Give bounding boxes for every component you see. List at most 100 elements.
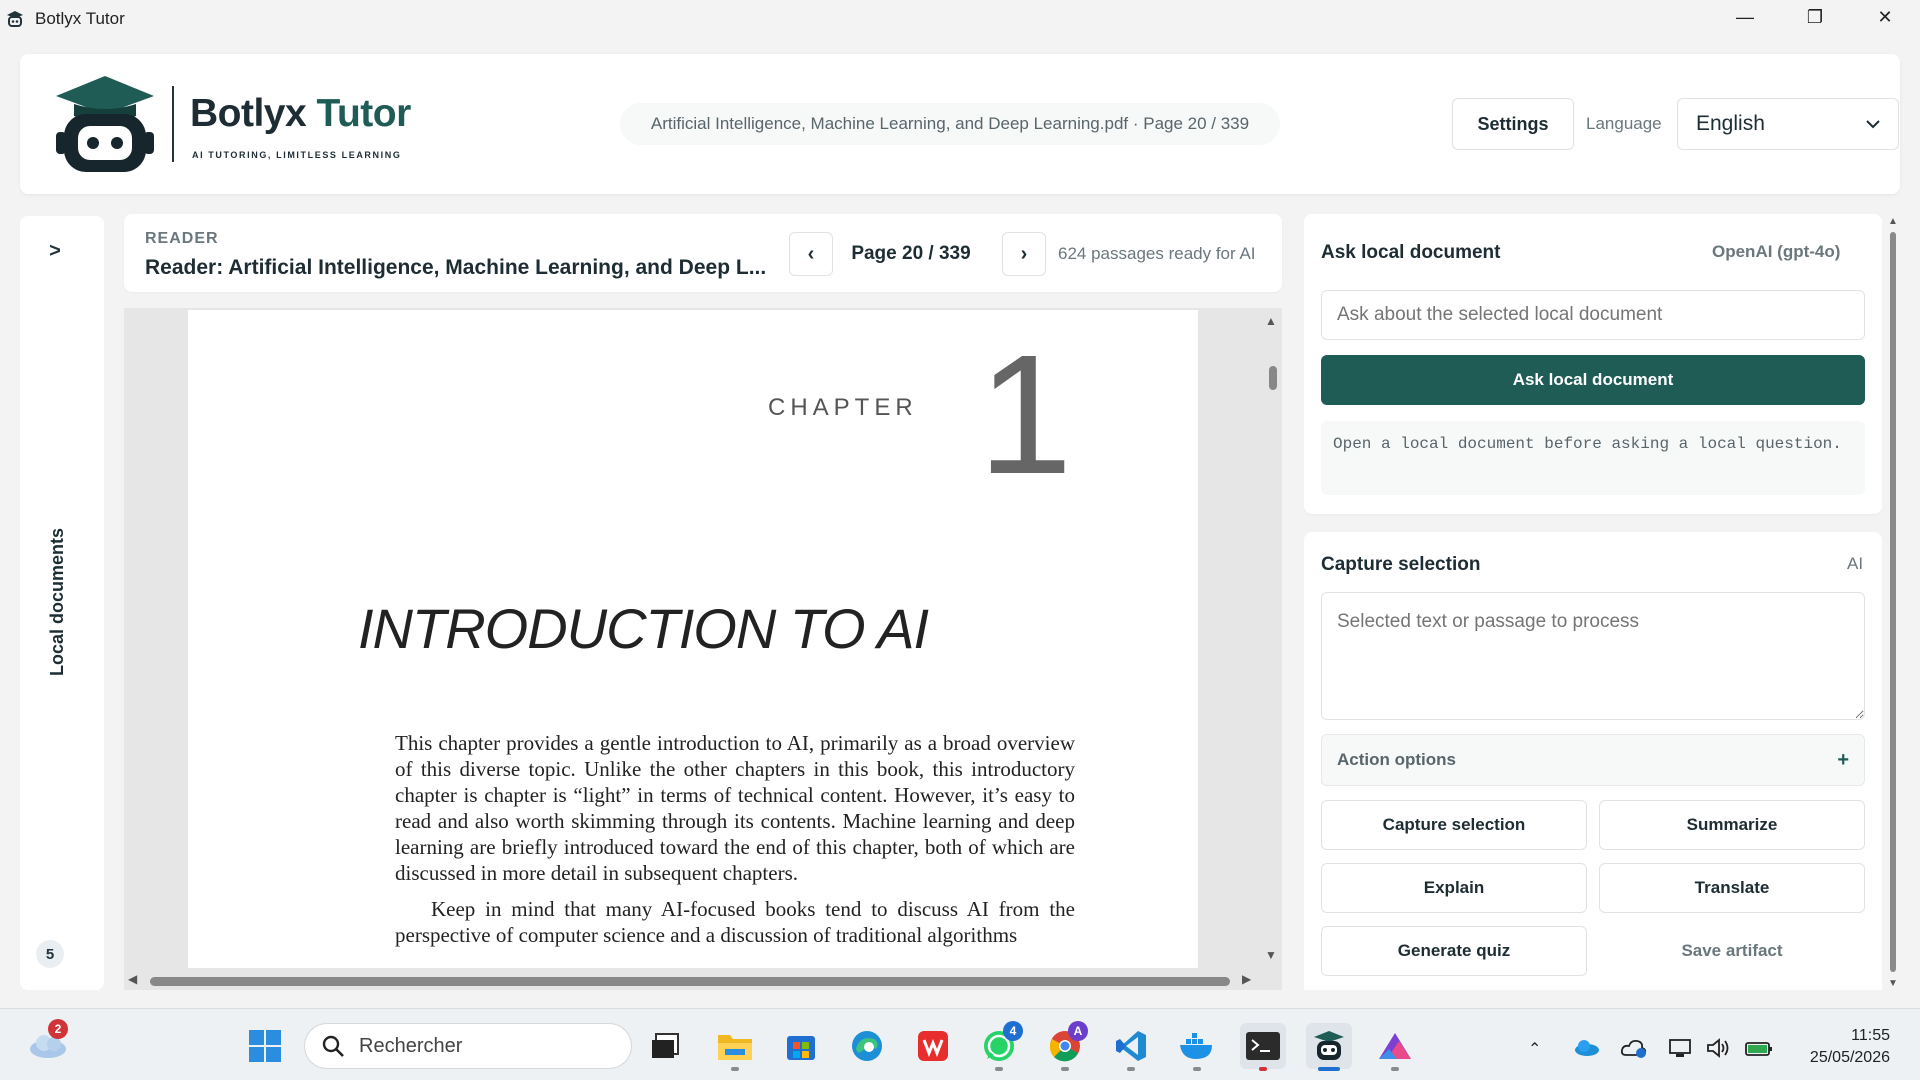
weather-notification-badge: 2 <box>48 1019 68 1039</box>
accordion-label: Action options <box>1337 750 1456 769</box>
brand-name: Botlyx Tutor <box>190 92 411 135</box>
ask-status-note: Open a local document before asking a lo… <box>1321 421 1865 495</box>
chevron-down-icon <box>1866 120 1880 129</box>
brand-tagline: AI TUTORING, LIMITLESS LEARNING <box>192 150 402 160</box>
taskbar-running-indicator <box>1259 1067 1267 1071</box>
pdf-viewer[interactable]: CHAPTER 1 INTRODUCTION TO AI This chapte… <box>124 308 1282 990</box>
viewer-horizontal-scrollbar[interactable]: ◀ ▶ <box>124 970 1282 990</box>
taskbar-running-indicator <box>1127 1067 1135 1071</box>
app-header: Botlyx Tutor AI TUTORING, LIMITLESS LEAR… <box>20 54 1900 194</box>
vertical-scroll-thumb[interactable] <box>1269 366 1277 390</box>
taskbar-running-indicator <box>995 1067 1003 1071</box>
wps-office-icon[interactable] <box>910 1023 956 1069</box>
system-clock[interactable]: 11:55 25/05/2026 <box>1796 1025 1890 1069</box>
taskbar-running-indicator <box>1193 1067 1201 1071</box>
language-label: Language <box>1586 114 1662 133</box>
cloud-status-icon[interactable] <box>1620 1037 1648 1064</box>
edge-browser-icon[interactable] <box>844 1023 890 1069</box>
whatsapp-notification-badge: 4 <box>1003 1021 1023 1041</box>
summarize-button[interactable]: Summarize <box>1599 800 1865 850</box>
chapter-title: INTRODUCTION TO AI <box>358 597 929 660</box>
minimize-button[interactable]: — <box>1710 0 1780 34</box>
document-count-badge: 5 <box>36 940 64 968</box>
maximize-button[interactable]: ❐ <box>1780 0 1850 34</box>
translate-button[interactable]: Translate <box>1599 863 1865 913</box>
show-hidden-icons-chevron-icon[interactable]: ⌃ <box>1528 1039 1541 1059</box>
taskbar-search[interactable]: Rechercher <box>304 1023 632 1069</box>
ask-document-card: Ask local document OpenAI (gpt-4o) Ask l… <box>1304 214 1882 514</box>
ai-side-panel: Ask local document OpenAI (gpt-4o) Ask l… <box>1304 214 1882 990</box>
language-value: English <box>1696 112 1765 135</box>
sidebar-expand-button[interactable]: > <box>40 236 70 266</box>
taskbar-running-indicator <box>1061 1067 1069 1071</box>
logo-divider <box>172 86 174 162</box>
action-options-accordion[interactable]: Action options + <box>1321 734 1865 786</box>
language-select[interactable]: English <box>1677 98 1899 150</box>
panel-scrollbar[interactable]: ▲ ▼ <box>1886 216 1900 992</box>
scroll-left-arrow-icon[interactable]: ◀ <box>128 972 137 986</box>
ask-local-document-button[interactable]: Ask local document <box>1321 355 1865 405</box>
botlyx-tutor-taskbar-icon[interactable] <box>1306 1023 1352 1069</box>
file-explorer-icon[interactable] <box>712 1023 758 1069</box>
horizontal-scroll-thumb[interactable] <box>150 977 1230 986</box>
paragraph: This chapter provides a gentle introduct… <box>395 731 1075 885</box>
logo-robot-icon <box>56 76 154 172</box>
capture-card-meta: AI <box>1847 554 1864 573</box>
next-page-button[interactable]: › <box>1002 232 1046 276</box>
generate-quiz-button[interactable]: Generate quiz <box>1321 926 1587 976</box>
taskbar-running-indicator <box>1391 1067 1399 1071</box>
start-windows-icon[interactable] <box>242 1023 288 1069</box>
window-titlebar: Botlyx Tutor <box>0 0 1920 38</box>
search-icon <box>322 1035 344 1057</box>
docker-icon[interactable] <box>1174 1023 1220 1069</box>
pdf-page: CHAPTER 1 INTRODUCTION TO AI This chapte… <box>188 310 1198 968</box>
app-icon <box>7 11 23 27</box>
scroll-down-arrow-icon[interactable]: ▼ <box>1888 978 1898 989</box>
taskbar: 2 Rechercher 4 A ⌃ 11:55 25/05/2026 <box>0 1008 1920 1080</box>
terminal-icon[interactable] <box>1240 1023 1286 1069</box>
ask-card-title: Ask local document <box>1321 242 1501 263</box>
page-indicator: Page 20 / 339 <box>851 243 971 264</box>
local-documents-sidebar: > Local documents 5 <box>20 216 104 990</box>
ai-provider-label: OpenAI (gpt-4o) <box>1712 242 1841 261</box>
chapter-number: 1 <box>978 320 1073 510</box>
chapter-body: This chapter provides a gentle introduct… <box>395 730 1075 958</box>
reader-header: READER Reader: Artificial Intelligence, … <box>124 214 1282 292</box>
viewer-vertical-scrollbar[interactable]: ▲ ▼ <box>1262 308 1282 968</box>
current-file-info: Artificial Intelligence, Machine Learnin… <box>620 103 1280 145</box>
prev-page-button[interactable]: ‹ <box>789 232 833 276</box>
sidebar-label[interactable]: Local documents <box>47 528 68 676</box>
ask-question-input[interactable] <box>1321 290 1865 340</box>
explain-button[interactable]: Explain <box>1321 863 1587 913</box>
network-icon[interactable] <box>1668 1037 1694 1064</box>
clock-date: 25/05/2026 <box>1809 1049 1890 1066</box>
reader-title: Reader: Artificial Intelligence, Machine… <box>145 256 767 279</box>
scroll-up-arrow-icon[interactable]: ▲ <box>1265 314 1277 328</box>
taskbar-running-indicator <box>731 1067 739 1071</box>
panel-scroll-thumb[interactable] <box>1890 232 1896 972</box>
selection-textarea[interactable] <box>1321 592 1865 720</box>
vscode-icon[interactable] <box>1108 1023 1154 1069</box>
scroll-down-arrow-icon[interactable]: ▼ <box>1265 948 1277 962</box>
close-button[interactable]: ✕ <box>1850 0 1920 34</box>
clock-time: 11:55 <box>1851 1027 1890 1044</box>
save-artifact-button[interactable]: Save artifact <box>1599 926 1865 976</box>
volume-icon[interactable] <box>1706 1037 1732 1064</box>
chapter-label: CHAPTER <box>768 394 918 421</box>
capture-card-title: Capture selection <box>1321 554 1481 575</box>
capture-selection-card: Capture selection AI Action options + Ca… <box>1304 532 1882 990</box>
settings-button[interactable]: Settings <box>1452 98 1574 150</box>
window-title: Botlyx Tutor <box>35 9 125 28</box>
onedrive-cloud-icon[interactable] <box>1572 1037 1600 1062</box>
task-view-icon[interactable] <box>642 1023 688 1069</box>
passages-status: 624 passages ready for AI <box>1058 244 1256 263</box>
battery-icon[interactable] <box>1744 1037 1774 1064</box>
scroll-right-arrow-icon[interactable]: ▶ <box>1242 972 1251 986</box>
search-placeholder: Rechercher <box>359 1034 463 1057</box>
affinity-app-icon[interactable] <box>1372 1023 1418 1069</box>
capture-selection-button[interactable]: Capture selection <box>1321 800 1587 850</box>
chrome-profile-badge: A <box>1068 1021 1088 1041</box>
microsoft-store-icon[interactable] <box>778 1023 824 1069</box>
reader-kicker: READER <box>145 230 219 247</box>
scroll-up-arrow-icon[interactable]: ▲ <box>1888 216 1898 227</box>
